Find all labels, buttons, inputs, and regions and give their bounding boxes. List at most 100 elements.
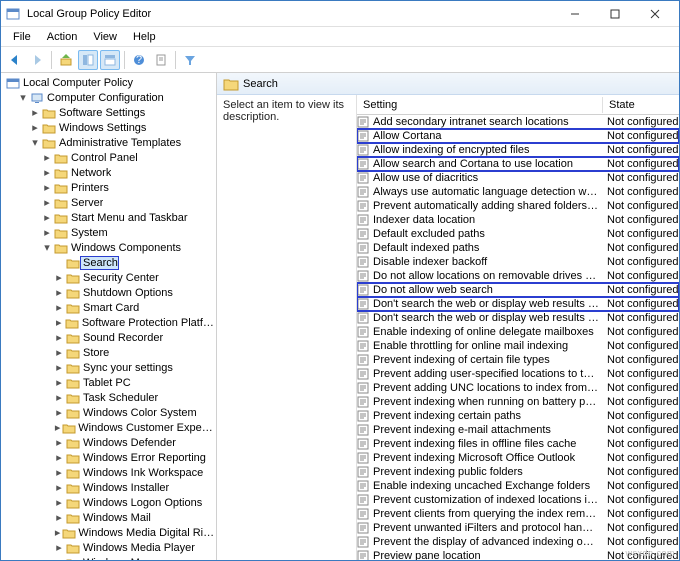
- menu-help[interactable]: Help: [125, 29, 164, 45]
- tree-item[interactable]: ▸Network: [5, 165, 216, 180]
- menu-view[interactable]: View: [85, 29, 125, 45]
- setting-row[interactable]: Allow indexing of encrypted filesNot con…: [357, 143, 679, 157]
- tree-search[interactable]: Search: [5, 255, 216, 270]
- tree-item[interactable]: ▸Windows Installer: [5, 480, 216, 495]
- expand-icon[interactable]: ▸: [53, 346, 65, 359]
- setting-row[interactable]: Don't search the web or display web resu…: [357, 297, 679, 311]
- expand-icon[interactable]: ▸: [53, 526, 62, 539]
- expand-icon[interactable]: ▸: [41, 196, 53, 209]
- tree-item[interactable]: ▸System: [5, 225, 216, 240]
- setting-row[interactable]: Prevent unwanted iFilters and protocol h…: [357, 521, 679, 535]
- show-tree-button[interactable]: [78, 50, 98, 70]
- tree-item[interactable]: ▸Windows Media Player: [5, 540, 216, 555]
- collapse-icon[interactable]: ▾: [17, 91, 29, 104]
- tree-item[interactable]: ▸Store: [5, 345, 216, 360]
- setting-row[interactable]: Do not allow locations on removable driv…: [357, 269, 679, 283]
- expand-icon[interactable]: ▸: [41, 151, 53, 164]
- setting-row[interactable]: Prevent the display of advanced indexing…: [357, 535, 679, 549]
- expand-icon[interactable]: ▸: [41, 211, 53, 224]
- tree-computer-config[interactable]: ▾ Computer Configuration: [5, 90, 216, 105]
- expand-icon[interactable]: ▸: [29, 106, 41, 119]
- setting-row[interactable]: Allow search and Cortana to use location…: [357, 157, 679, 171]
- setting-row[interactable]: Don't search the web or display web resu…: [357, 311, 679, 325]
- tree-item[interactable]: ▸Windows Mail: [5, 510, 216, 525]
- setting-row[interactable]: Add secondary intranet search locationsN…: [357, 115, 679, 129]
- expand-icon[interactable]: ▸: [41, 166, 53, 179]
- filter-button[interactable]: [180, 50, 200, 70]
- tree-item[interactable]: ▸Server: [5, 195, 216, 210]
- setting-row[interactable]: Prevent indexing certain pathsNot config…: [357, 409, 679, 423]
- menu-file[interactable]: File: [5, 29, 39, 45]
- expand-icon[interactable]: ▸: [53, 406, 65, 419]
- expand-icon[interactable]: ▸: [53, 436, 65, 449]
- tree-item[interactable]: ▸Task Scheduler: [5, 390, 216, 405]
- tree-item[interactable]: ▸Smart Card: [5, 300, 216, 315]
- forward-button[interactable]: [27, 50, 47, 70]
- expand-icon[interactable]: ▸: [53, 391, 65, 404]
- setting-row[interactable]: Enable throttling for online mail indexi…: [357, 339, 679, 353]
- setting-row[interactable]: Prevent automatically adding shared fold…: [357, 199, 679, 213]
- tree-item[interactable]: ▸Windows Color System: [5, 405, 216, 420]
- tree-item[interactable]: ▸Windows Defender: [5, 435, 216, 450]
- setting-row[interactable]: Preview pane locationNot configured: [357, 549, 679, 560]
- up-button[interactable]: [56, 50, 76, 70]
- setting-row[interactable]: Prevent indexing files in offline files …: [357, 437, 679, 451]
- setting-row[interactable]: Always use automatic language detection …: [357, 185, 679, 199]
- tree-item[interactable]: ▸Windows Logon Options: [5, 495, 216, 510]
- setting-row[interactable]: Prevent adding user-specified locations …: [357, 367, 679, 381]
- tree-item[interactable]: ▸Tablet PC: [5, 375, 216, 390]
- setting-row[interactable]: Allow CortanaNot configured: [357, 129, 679, 143]
- expand-icon[interactable]: ▸: [53, 421, 62, 434]
- setting-row[interactable]: Default indexed pathsNot configured: [357, 241, 679, 255]
- expand-icon[interactable]: ▸: [29, 121, 41, 134]
- tree-software-settings[interactable]: ▸ Software Settings: [5, 105, 216, 120]
- back-button[interactable]: [5, 50, 25, 70]
- maximize-button[interactable]: [595, 1, 635, 27]
- setting-row[interactable]: Indexer data locationNot configured: [357, 213, 679, 227]
- show-detail-button[interactable]: [100, 50, 120, 70]
- expand-icon[interactable]: ▸: [53, 376, 65, 389]
- tree-windows-settings[interactable]: ▸ Windows Settings: [5, 120, 216, 135]
- expand-icon[interactable]: ▸: [53, 496, 65, 509]
- setting-row[interactable]: Do not allow web searchNot configured: [357, 283, 679, 297]
- collapse-icon[interactable]: ▾: [41, 241, 53, 254]
- setting-row[interactable]: Disable indexer backoffNot configured: [357, 255, 679, 269]
- setting-row[interactable]: Prevent indexing public foldersNot confi…: [357, 465, 679, 479]
- setting-row[interactable]: Prevent adding UNC locations to index fr…: [357, 381, 679, 395]
- tree-item[interactable]: ▸Windows Messenger: [5, 555, 216, 560]
- tree-item[interactable]: ▸Windows Error Reporting: [5, 450, 216, 465]
- tree-item[interactable]: ▸Printers: [5, 180, 216, 195]
- column-setting[interactable]: Setting: [357, 97, 603, 113]
- tree-item[interactable]: ▸Windows Media Digital Rights Mana: [5, 525, 216, 540]
- help-button[interactable]: ?: [129, 50, 149, 70]
- column-state[interactable]: State: [603, 97, 679, 113]
- close-button[interactable]: [635, 1, 675, 27]
- expand-icon[interactable]: ▸: [53, 271, 65, 284]
- list-body[interactable]: Add secondary intranet search locationsN…: [357, 115, 679, 560]
- expand-icon[interactable]: ▸: [53, 316, 65, 329]
- tree-item[interactable]: ▸Windows Customer Experience Impr: [5, 420, 216, 435]
- setting-row[interactable]: Prevent indexing Microsoft Office Outloo…: [357, 451, 679, 465]
- tree-item[interactable]: ▸Security Center: [5, 270, 216, 285]
- setting-row[interactable]: Default excluded pathsNot configured: [357, 227, 679, 241]
- tree-item[interactable]: ▸Start Menu and Taskbar: [5, 210, 216, 225]
- tree-root[interactable]: Local Computer Policy: [5, 75, 216, 90]
- setting-row[interactable]: Prevent indexing when running on battery…: [357, 395, 679, 409]
- setting-row[interactable]: Allow use of diacriticsNot configured: [357, 171, 679, 185]
- tree-windows-components[interactable]: ▾Windows Components: [5, 240, 216, 255]
- expand-icon[interactable]: ▸: [53, 361, 65, 374]
- menu-action[interactable]: Action: [39, 29, 86, 45]
- properties-button[interactable]: [151, 50, 171, 70]
- tree-item[interactable]: ▸Sound Recorder: [5, 330, 216, 345]
- expand-icon[interactable]: ▸: [53, 466, 65, 479]
- setting-row[interactable]: Enable indexing of online delegate mailb…: [357, 325, 679, 339]
- setting-row[interactable]: Prevent customization of indexed locatio…: [357, 493, 679, 507]
- minimize-button[interactable]: [555, 1, 595, 27]
- setting-row[interactable]: Prevent clients from querying the index …: [357, 507, 679, 521]
- expand-icon[interactable]: ▸: [53, 301, 65, 314]
- tree-admin-templates[interactable]: ▾ Administrative Templates: [5, 135, 216, 150]
- expand-icon[interactable]: ▸: [53, 541, 65, 554]
- tree-item[interactable]: ▸Shutdown Options: [5, 285, 216, 300]
- tree-pane[interactable]: Local Computer Policy ▾ Computer Configu…: [1, 73, 217, 560]
- setting-row[interactable]: Enable indexing uncached Exchange folder…: [357, 479, 679, 493]
